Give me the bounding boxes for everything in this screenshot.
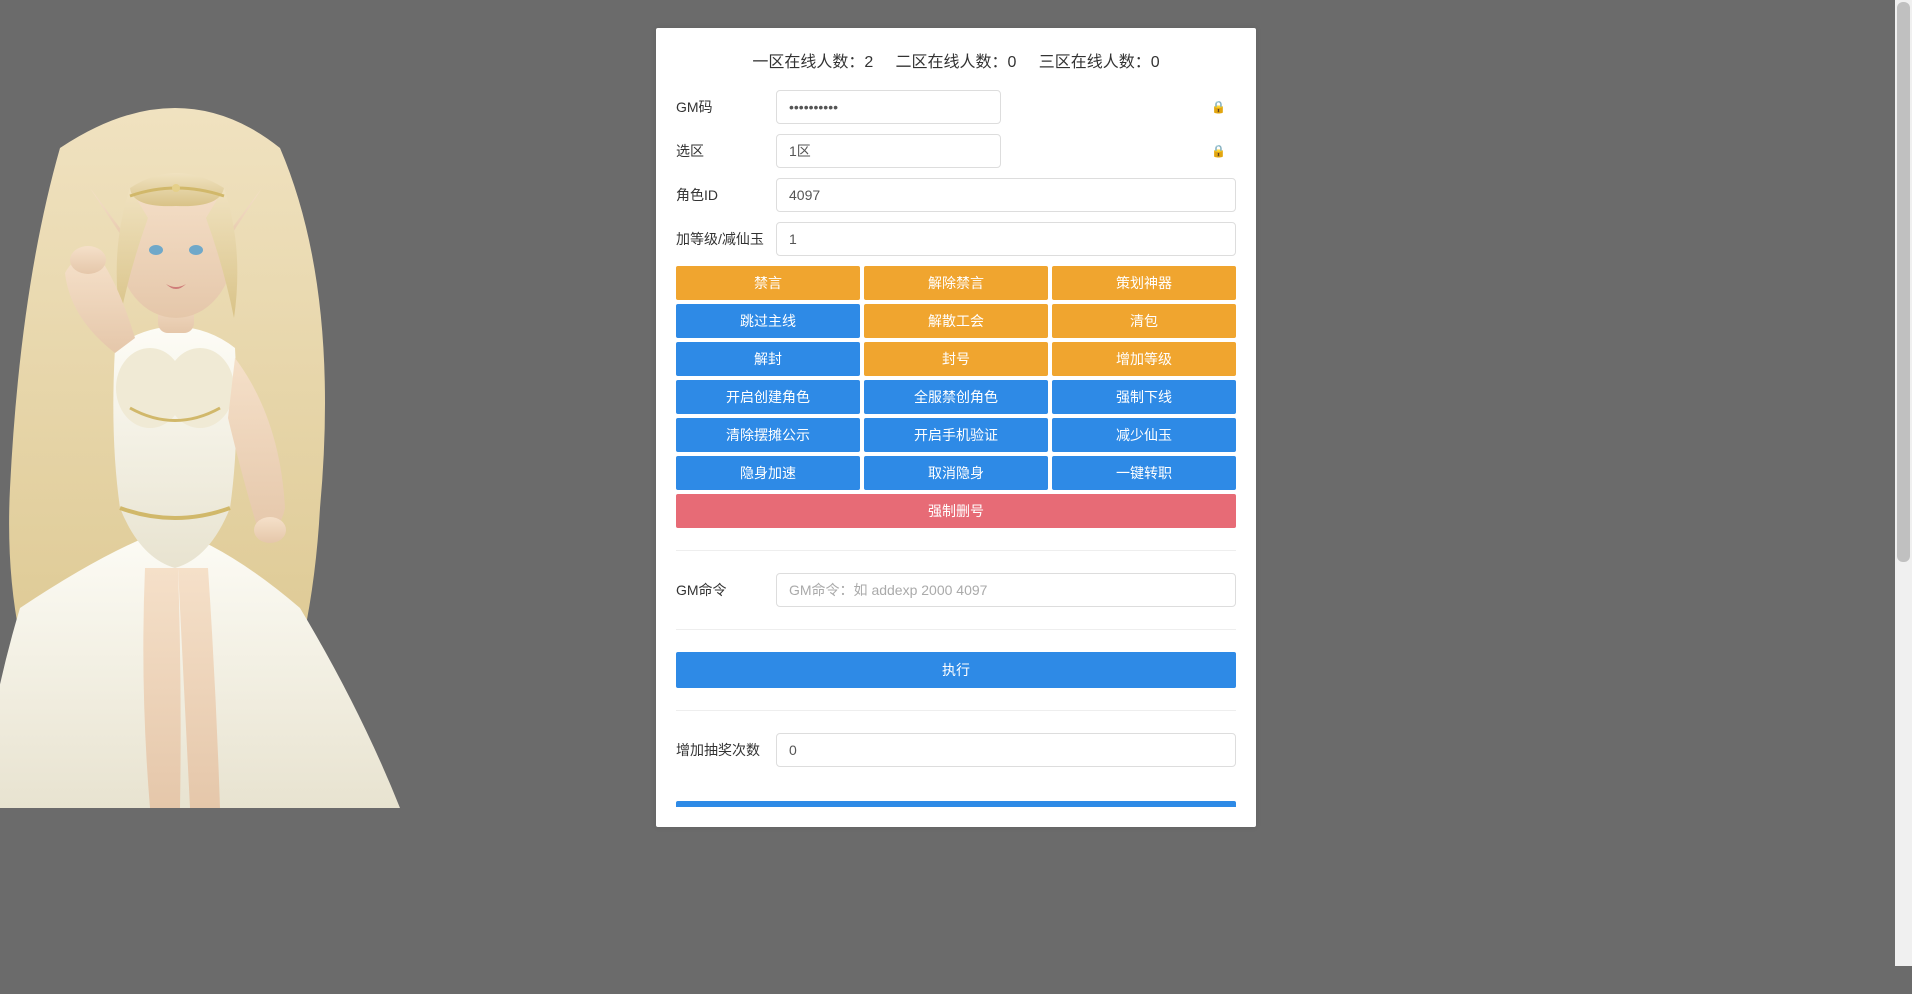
lock-icon: 🔒 bbox=[1211, 144, 1226, 158]
zone3-label: 三区在线人数： bbox=[1039, 54, 1151, 71]
character-image bbox=[0, 88, 440, 808]
enable-phone-verify-button[interactable]: 开启手机验证 bbox=[864, 418, 1048, 452]
skip-main-button[interactable]: 跳过主线 bbox=[676, 304, 860, 338]
planner-artifact-button[interactable]: 策划神器 bbox=[1052, 266, 1236, 300]
divider bbox=[676, 710, 1236, 711]
zone1-count: 2 bbox=[864, 54, 873, 71]
add-level-button[interactable]: 增加等级 bbox=[1052, 342, 1236, 376]
gm-cmd-input[interactable] bbox=[776, 573, 1236, 607]
enable-create-role-button[interactable]: 开启创建角色 bbox=[676, 380, 860, 414]
unmute-button[interactable]: 解除禁言 bbox=[864, 266, 1048, 300]
level-label: 加等级/减仙玉 bbox=[676, 229, 776, 249]
disband-guild-button[interactable]: 解散工会 bbox=[864, 304, 1048, 338]
change-class-button[interactable]: 一键转职 bbox=[1052, 456, 1236, 490]
execute-button[interactable]: 执行 bbox=[676, 652, 1236, 688]
zone2-label: 二区在线人数： bbox=[896, 54, 1008, 71]
disable-create-role-button[interactable]: 全服禁创角色 bbox=[864, 380, 1048, 414]
force-offline-button[interactable]: 强制下线 bbox=[1052, 380, 1236, 414]
admin-panel: 一区在线人数：2 二区在线人数：0 三区在线人数：0 GM码 🔒 选区 🔒 角色… bbox=[656, 28, 1256, 827]
reduce-jade-button[interactable]: 减少仙玉 bbox=[1052, 418, 1236, 452]
lottery-label: 增加抽奖次数 bbox=[676, 740, 776, 760]
scrollbar-thumb[interactable] bbox=[1897, 2, 1910, 562]
ban-button[interactable]: 封号 bbox=[864, 342, 1048, 376]
zone2-count: 0 bbox=[1008, 54, 1017, 71]
force-delete-button[interactable]: 强制删号 bbox=[676, 494, 1236, 528]
divider bbox=[676, 550, 1236, 551]
level-input[interactable] bbox=[776, 222, 1236, 256]
role-id-input[interactable] bbox=[776, 178, 1236, 212]
role-id-label: 角色ID bbox=[676, 185, 776, 205]
mute-button[interactable]: 禁言 bbox=[676, 266, 860, 300]
stealth-speed-button[interactable]: 隐身加速 bbox=[676, 456, 860, 490]
clear-stall-button[interactable]: 清除摆摊公示 bbox=[676, 418, 860, 452]
divider bbox=[676, 629, 1236, 630]
scrollbar-track[interactable] bbox=[1895, 0, 1912, 966]
lock-icon: 🔒 bbox=[1211, 100, 1226, 114]
online-count-header: 一区在线人数：2 二区在线人数：0 三区在线人数：0 bbox=[676, 48, 1236, 72]
zone-label: 选区 bbox=[676, 141, 776, 161]
zone-select[interactable] bbox=[776, 134, 1001, 168]
cancel-stealth-button[interactable]: 取消隐身 bbox=[864, 456, 1048, 490]
zone3-count: 0 bbox=[1151, 54, 1160, 71]
lottery-input[interactable] bbox=[776, 733, 1236, 767]
clear-bag-button[interactable]: 清包 bbox=[1052, 304, 1236, 338]
gm-code-input[interactable] bbox=[776, 90, 1001, 124]
partial-button[interactable] bbox=[676, 801, 1236, 807]
gm-code-label: GM码 bbox=[676, 97, 776, 117]
unban-button[interactable]: 解封 bbox=[676, 342, 860, 376]
zone1-label: 一区在线人数： bbox=[752, 54, 864, 71]
gm-cmd-label: GM命令 bbox=[676, 580, 776, 600]
